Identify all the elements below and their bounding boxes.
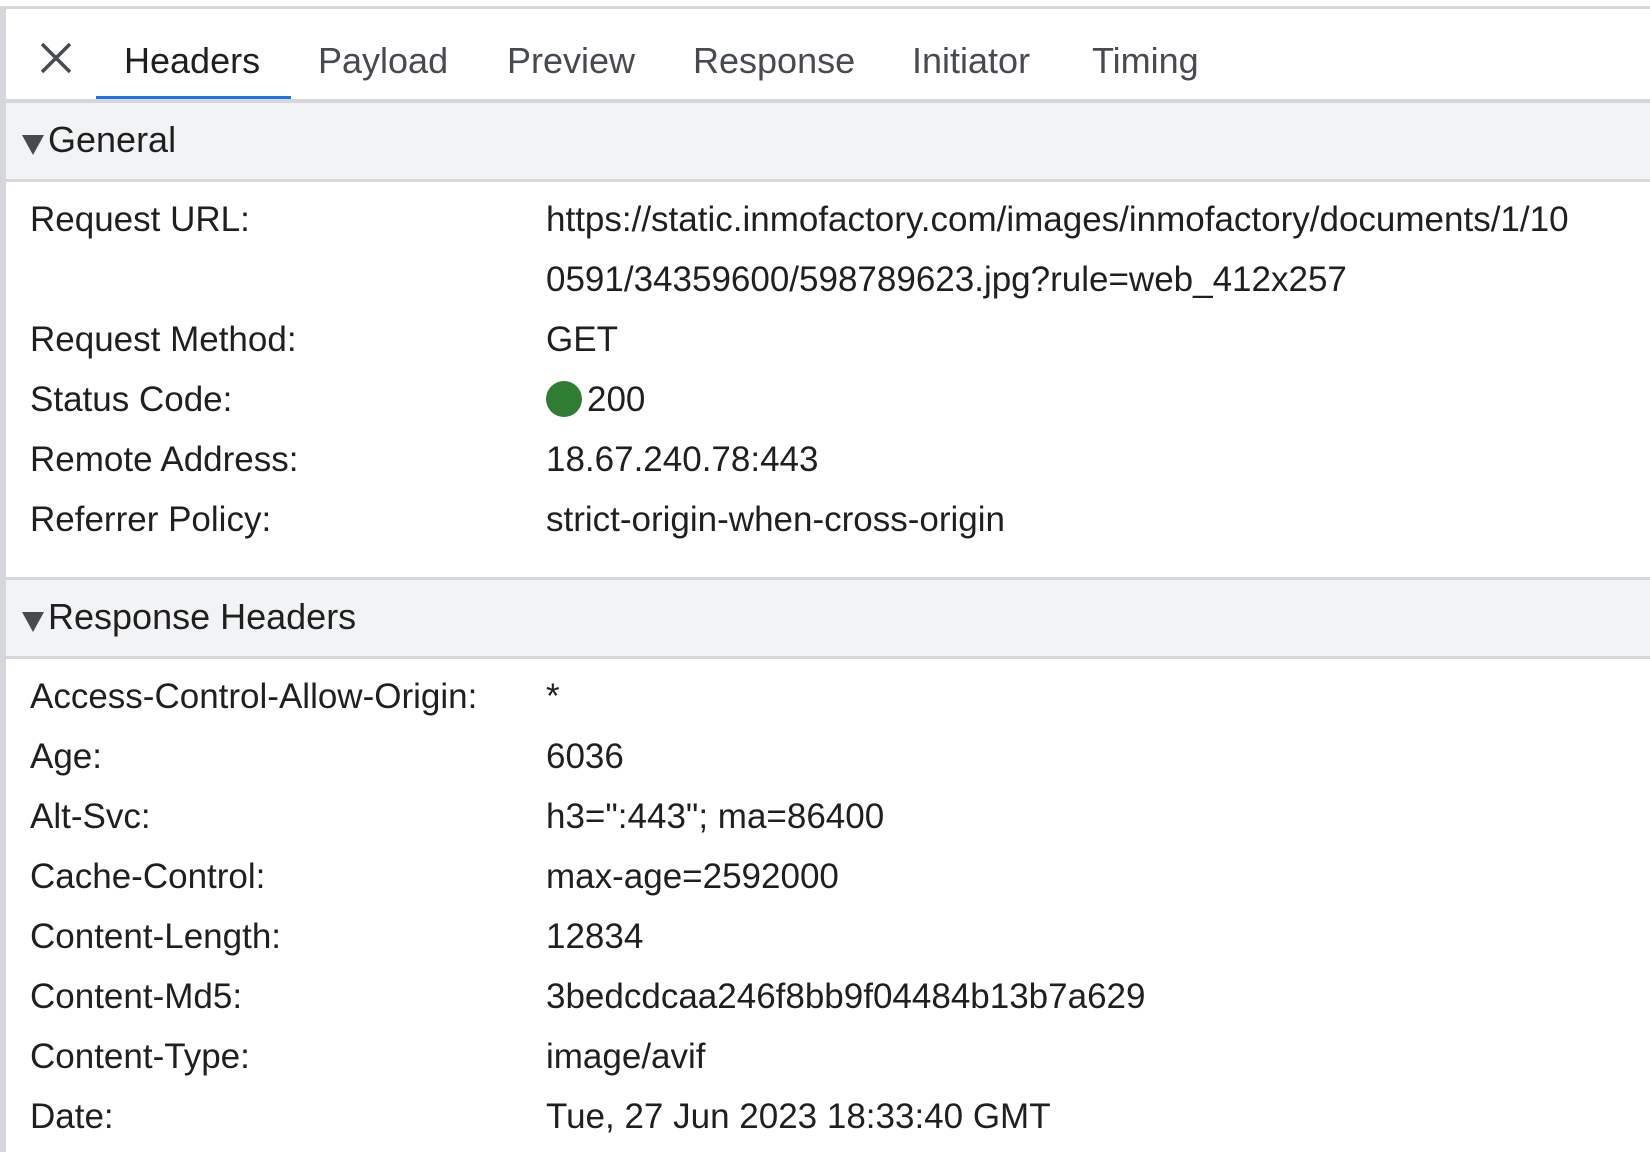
referrer-policy-label: Referrer Policy: xyxy=(30,500,272,539)
tab-headers[interactable]: Headers xyxy=(124,38,260,84)
remote-address-label: Remote Address: xyxy=(30,440,299,479)
header-key: Content-Type: xyxy=(30,1037,250,1076)
header-value: * xyxy=(546,677,560,716)
triangle-down-icon xyxy=(22,135,44,155)
status-code-value: 200 xyxy=(587,380,646,419)
header-value: max-age=2592000 xyxy=(546,857,839,896)
header-value: h3=":443"; ma=86400 xyxy=(546,797,885,836)
tab-initiator[interactable]: Initiator xyxy=(912,38,1030,84)
network-details-panel: Headers Payload Preview Response Initiat… xyxy=(0,0,1650,1152)
response-headers-section-title: Response Headers xyxy=(48,596,357,637)
status-code-label: Status Code: xyxy=(30,380,233,419)
header-value: 12834 xyxy=(546,917,644,956)
tab-payload[interactable]: Payload xyxy=(318,38,448,84)
header-key: Alt-Svc: xyxy=(30,797,151,836)
status-code-value-wrap: 200 xyxy=(546,370,645,430)
request-url-value-line1: https://static.inmofactory.com/images/in… xyxy=(546,200,1569,239)
general-section-header[interactable]: General xyxy=(6,103,1650,179)
remote-address-value: 18.67.240.78:443 xyxy=(546,440,819,479)
triangle-down-icon xyxy=(22,612,44,632)
request-method-value: GET xyxy=(546,320,618,359)
general-section-title: General xyxy=(48,119,177,160)
header-key: Content-Md5: xyxy=(30,977,243,1016)
referrer-policy-value: strict-origin-when-cross-origin xyxy=(546,500,1005,539)
header-key: Age: xyxy=(30,737,102,776)
header-value: image/avif xyxy=(546,1037,706,1076)
header-value: 3bedcdcaa246f8bb9f04484b13b7a629 xyxy=(546,977,1146,1016)
response-headers-section-header[interactable]: Response Headers xyxy=(6,580,1650,656)
close-icon xyxy=(40,42,72,74)
section-divider xyxy=(6,179,1650,182)
header-value: Tue, 27 Jun 2023 18:33:40 GMT xyxy=(546,1097,1051,1136)
header-value: 6036 xyxy=(546,737,624,776)
request-method-label: Request Method: xyxy=(30,320,297,359)
tab-timing[interactable]: Timing xyxy=(1092,38,1199,84)
header-key: Content-Length: xyxy=(30,917,282,956)
header-key: Date: xyxy=(30,1097,114,1136)
header-key: Access-Control-Allow-Origin: xyxy=(30,677,478,716)
tab-preview[interactable]: Preview xyxy=(507,38,635,84)
status-dot-icon xyxy=(546,381,582,417)
section-divider xyxy=(6,656,1650,659)
request-url-value-line2: 0591/34359600/598789623.jpg?rule=web_412… xyxy=(546,260,1347,299)
request-url-label: Request URL: xyxy=(30,200,250,239)
tab-response[interactable]: Response xyxy=(693,38,855,84)
close-button[interactable] xyxy=(36,38,76,78)
header-key: Cache-Control: xyxy=(30,857,266,896)
